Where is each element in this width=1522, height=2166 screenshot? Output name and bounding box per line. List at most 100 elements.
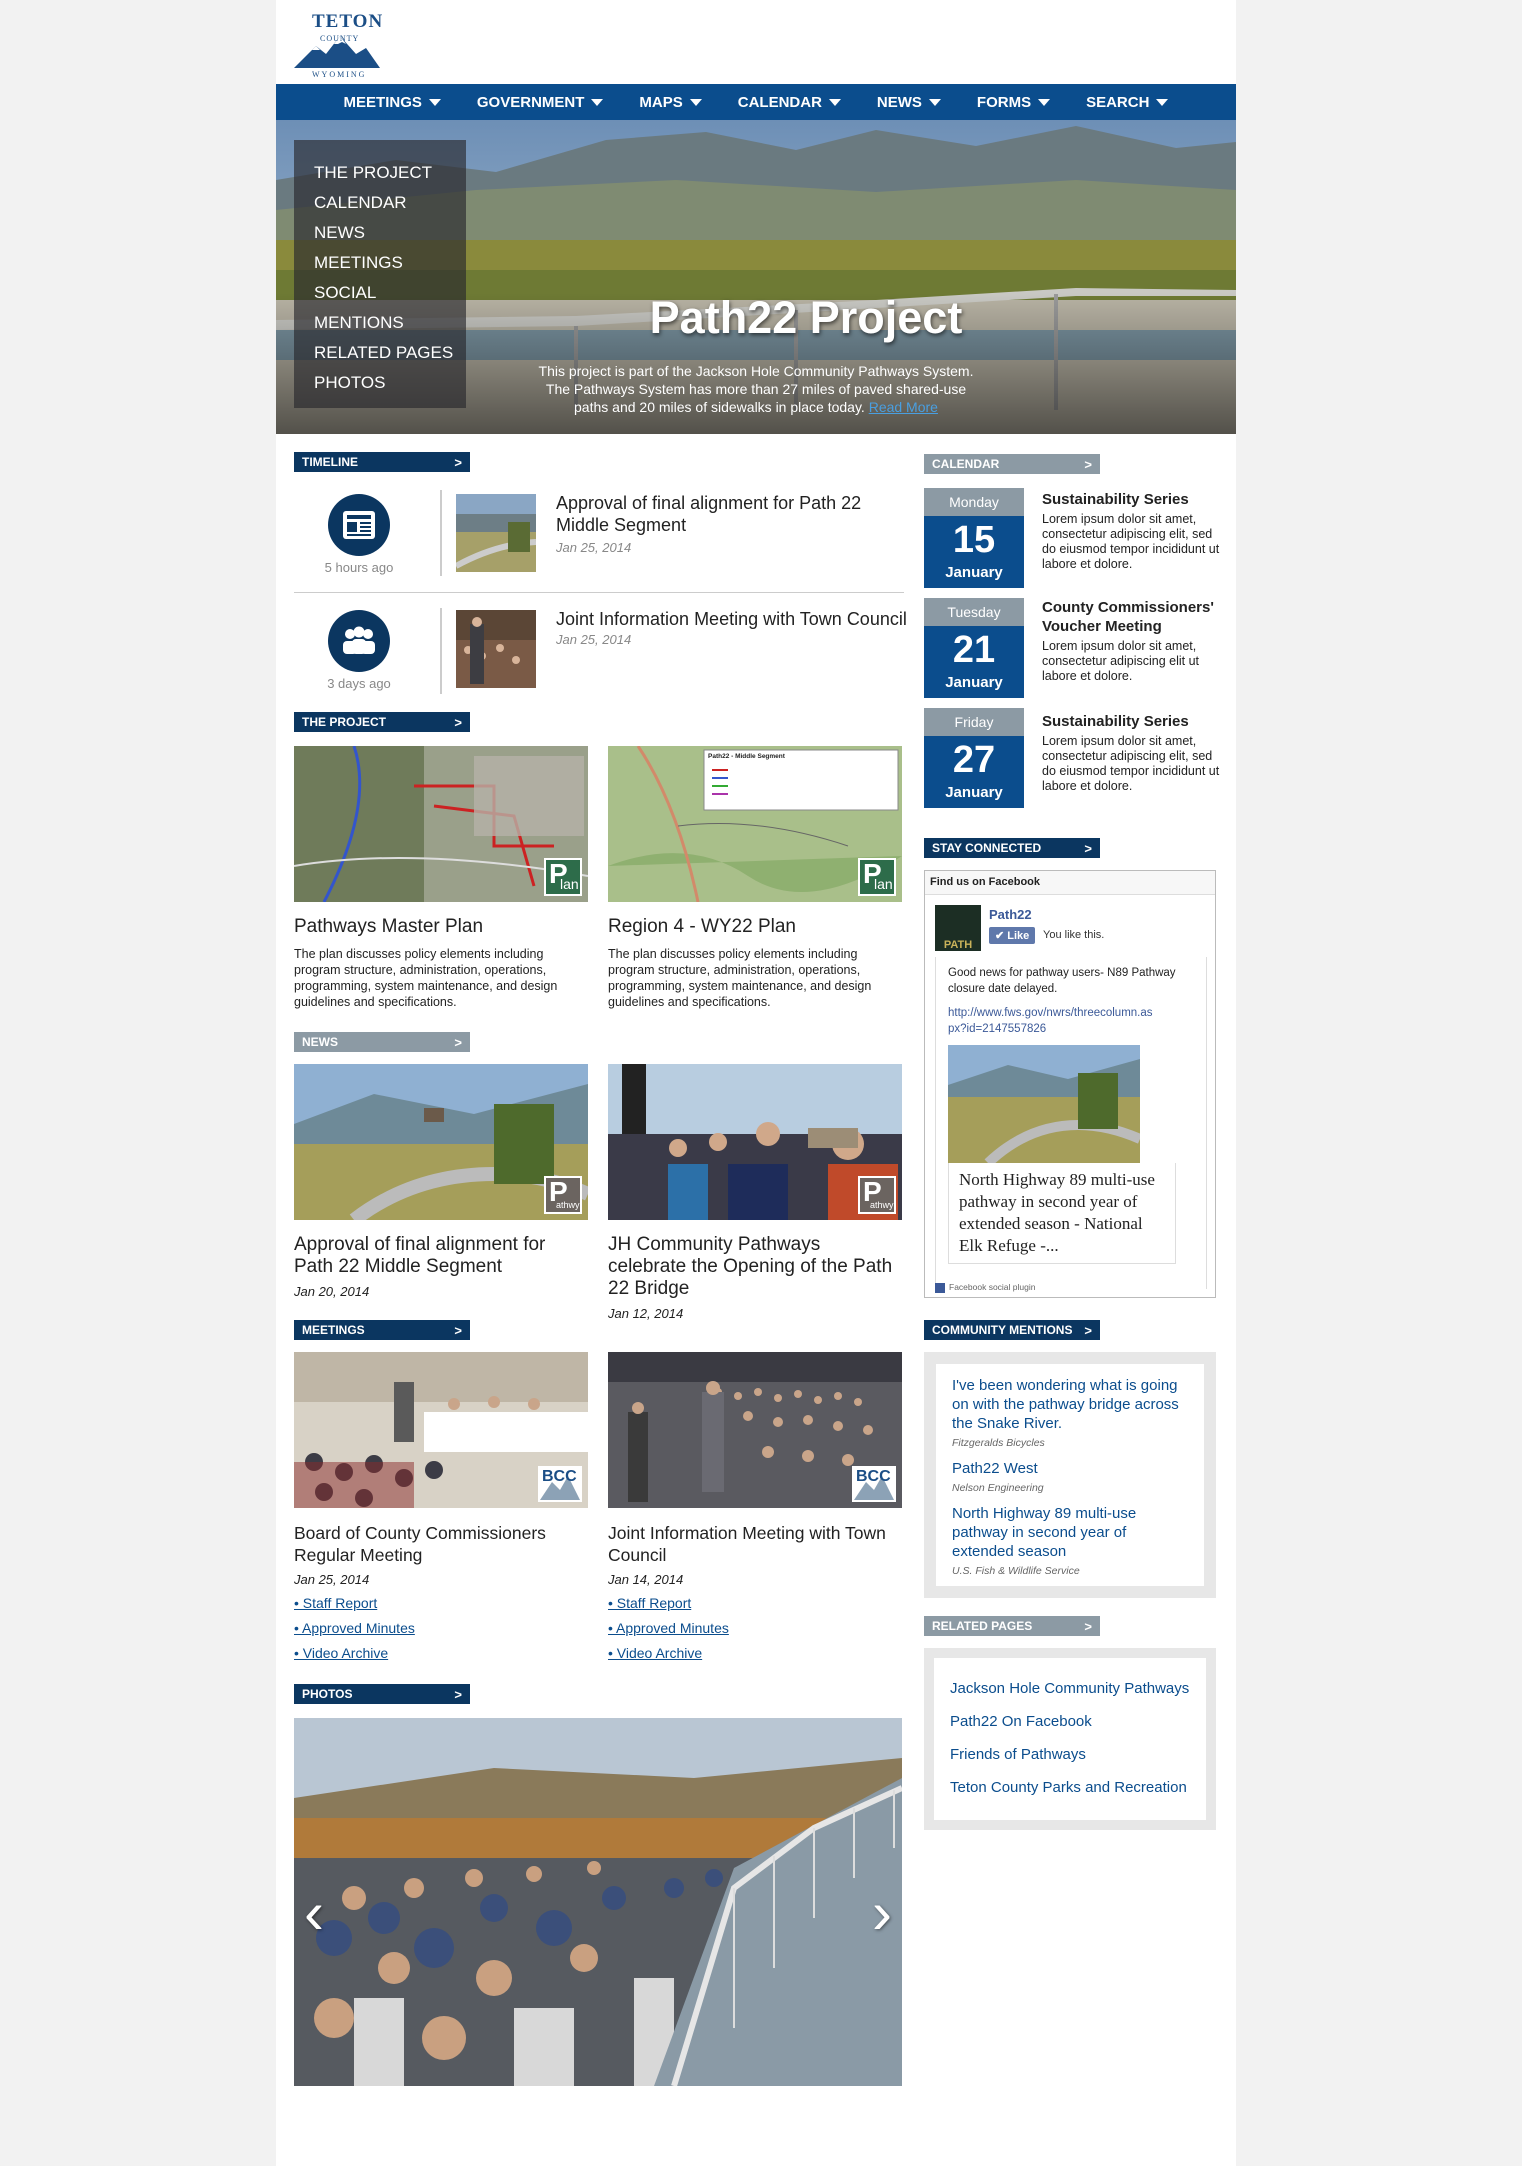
stay-connected-header[interactable]: STAY CONNECTED >: [924, 838, 1100, 858]
side-meetings[interactable]: MEETINGS: [314, 248, 466, 278]
related-pages-header[interactable]: RELATED PAGES >: [924, 1616, 1100, 1636]
timeline-title[interactable]: Approval of final alignment for Path 22 …: [556, 492, 916, 536]
related-link[interactable]: Friends of Pathways: [950, 1738, 1190, 1771]
section-title: PHOTOS: [302, 1687, 353, 1701]
nav-meetings[interactable]: MEETINGS: [344, 94, 441, 111]
teton-county-logo[interactable]: TETON COUNTY WYOMING: [290, 6, 382, 80]
side-social[interactable]: SOCIAL: [314, 278, 466, 308]
nav-label: SEARCH: [1086, 93, 1150, 111]
video-archive-link[interactable]: • Video Archive: [608, 1641, 902, 1666]
post-link[interactable]: http://www.fws.gov/nwrs/threecolumn.as px…: [948, 1005, 1194, 1037]
related-link[interactable]: Teton County Parks and Recreation: [950, 1771, 1190, 1804]
news-card[interactable]: Pathwy JH Community Pathways celebrate t…: [608, 1064, 902, 1321]
calendar-date-tile[interactable]: Monday 15 January: [924, 488, 1024, 588]
nav-forms[interactable]: FORMS: [977, 94, 1051, 111]
mention-item[interactable]: North Highway 89 multi-use pathway in se…: [952, 1504, 1188, 1577]
carousel-prev-icon[interactable]: ‹: [304, 1878, 324, 1947]
side-calendar[interactable]: CALENDAR: [314, 188, 466, 218]
nav-news[interactable]: NEWS: [877, 94, 941, 111]
calendar-day-number: 15: [952, 519, 996, 561]
mention-item[interactable]: I've been wondering what is going on wit…: [952, 1376, 1188, 1449]
nav-maps[interactable]: MAPS: [639, 94, 702, 111]
timeline-divider: [440, 490, 442, 576]
mention-source: Nelson Engineering: [952, 1482, 1044, 1494]
plan-badge-icon: Plan: [544, 858, 582, 896]
calendar-month: January: [945, 674, 1003, 691]
event-description: Lorem ipsum dolor sit amet, consectetur …: [1042, 512, 1220, 571]
timeline-thumbnail[interactable]: [456, 494, 536, 572]
related-link[interactable]: Path22 On Facebook: [950, 1705, 1190, 1738]
timeline-thumbnail[interactable]: [456, 610, 536, 688]
calendar-event[interactable]: Sustainability Series Lorem ipsum dolor …: [1042, 490, 1222, 572]
side-photos[interactable]: PHOTOS: [314, 368, 466, 398]
staff-report-link[interactable]: • Staff Report: [608, 1591, 902, 1616]
post-text: Good news for pathway users- N89 Pathway…: [948, 967, 1176, 995]
nav-search[interactable]: SEARCH: [1086, 93, 1169, 111]
carousel-next-icon[interactable]: ›: [872, 1878, 892, 1947]
footer-label: Facebook social plugin: [949, 1282, 1036, 1293]
timeline-item[interactable]: 3 days ago Joint Information Meeting wit…: [294, 608, 907, 708]
photos-header[interactable]: PHOTOS >: [294, 1684, 470, 1704]
calendar-date-block: 21 January: [924, 626, 1024, 698]
mention-item[interactable]: Path22 West Nelson Engineering: [952, 1459, 1188, 1494]
master-plan-map-image: Plan: [294, 746, 588, 902]
timeline-title[interactable]: Joint Information Meeting with Town Coun…: [556, 608, 916, 630]
calendar-date-tile[interactable]: Tuesday 21 January: [924, 598, 1024, 698]
timeline-date: Jan 25, 2014: [556, 540, 632, 555]
timeline-header[interactable]: TIMELINE >: [294, 452, 470, 472]
news-header[interactable]: NEWS >: [294, 1032, 470, 1052]
side-the-project[interactable]: THE PROJECT: [314, 158, 466, 188]
card-title[interactable]: Joint Information Meeting with Town Coun…: [608, 1522, 902, 1566]
section-title: NEWS: [302, 1035, 338, 1049]
nav-government[interactable]: GOVERNMENT: [477, 94, 604, 111]
page: TETON COUNTY WYOMING MEETINGS GOVERNMENT…: [276, 0, 1236, 2166]
facebook-widget-title: Find us on Facebook: [925, 871, 1215, 895]
meetings-header[interactable]: MEETINGS >: [294, 1320, 470, 1340]
card-title[interactable]: Region 4 - WY22 Plan: [608, 916, 902, 938]
calendar-date-tile[interactable]: Friday 27 January: [924, 708, 1024, 808]
event-title: County Commissioners' Voucher Meeting: [1042, 599, 1214, 635]
newspaper-icon: [328, 494, 390, 556]
facebook-footer[interactable]: Facebook social plugin: [935, 1282, 1035, 1293]
project-card[interactable]: Plan Pathways Master Plan The plan discu…: [294, 746, 588, 1010]
approved-minutes-link[interactable]: • Approved Minutes: [608, 1616, 902, 1641]
timeline-divider: [440, 608, 442, 694]
project-card[interactable]: Path22 - Middle Segment Plan Region 4 - …: [608, 746, 902, 1010]
post-headline[interactable]: North Highway 89 multi-use pathway in se…: [948, 1163, 1176, 1264]
post-image[interactable]: [948, 1045, 1140, 1163]
calendar-event[interactable]: County Commissioners' Voucher Meeting Lo…: [1042, 598, 1222, 684]
side-mentions[interactable]: MENTIONS: [314, 308, 466, 338]
calendar-header[interactable]: CALENDAR >: [924, 454, 1100, 474]
meeting-card[interactable]: BCC Board of County Commissioners Regula…: [294, 1352, 588, 1666]
project-header[interactable]: THE PROJECT >: [294, 712, 470, 732]
mention-text: I've been wondering what is going on wit…: [952, 1377, 1179, 1432]
card-title[interactable]: Board of County Commissioners Regular Me…: [294, 1522, 588, 1566]
community-mentions-header[interactable]: COMMUNITY MENTIONS >: [924, 1320, 1100, 1340]
bcc-badge-icon: BCC: [852, 1466, 896, 1502]
card-date: Jan 12, 2014: [608, 1306, 684, 1321]
photo-carousel[interactable]: ‹ ›: [294, 1718, 902, 2086]
calendar-event[interactable]: Sustainability Series Lorem ipsum dolor …: [1042, 712, 1222, 794]
card-description: The plan discusses policy elements inclu…: [608, 947, 872, 1009]
staff-report-link[interactable]: • Staff Report: [294, 1591, 588, 1616]
card-date: Jan 25, 2014: [294, 1572, 370, 1587]
caret-down-icon: [689, 98, 702, 106]
card-title[interactable]: Approval of final alignment for Path 22 …: [294, 1234, 588, 1278]
meeting-card[interactable]: BCC Joint Information Meeting with Town …: [608, 1352, 902, 1666]
hero-banner: THE PROJECT CALENDAR NEWS MEETINGS SOCIA…: [276, 120, 1236, 434]
side-related-pages[interactable]: RELATED PAGES: [314, 338, 466, 368]
related-link[interactable]: Jackson Hole Community Pathways: [950, 1672, 1190, 1705]
read-more-link[interactable]: Read More: [869, 399, 938, 415]
card-title[interactable]: Pathways Master Plan: [294, 916, 588, 938]
nav-calendar[interactable]: CALENDAR: [738, 94, 841, 111]
path22-avatar[interactable]: PATH: [935, 905, 981, 951]
side-news[interactable]: NEWS: [314, 218, 466, 248]
facebook-like-button[interactable]: ✔ Like: [989, 927, 1036, 944]
facebook-page-name[interactable]: Path22: [989, 907, 1032, 922]
video-archive-link[interactable]: • Video Archive: [294, 1641, 588, 1666]
hero-desc-line: This project is part of the Jackson Hole…: [538, 363, 974, 379]
timeline-item[interactable]: 5 hours ago Approval of final alignment …: [294, 490, 904, 590]
news-card[interactable]: Pathwy Approval of final alignment for P…: [294, 1064, 588, 1299]
card-title[interactable]: JH Community Pathways celebrate the Open…: [608, 1234, 902, 1300]
approved-minutes-link[interactable]: • Approved Minutes: [294, 1616, 588, 1641]
